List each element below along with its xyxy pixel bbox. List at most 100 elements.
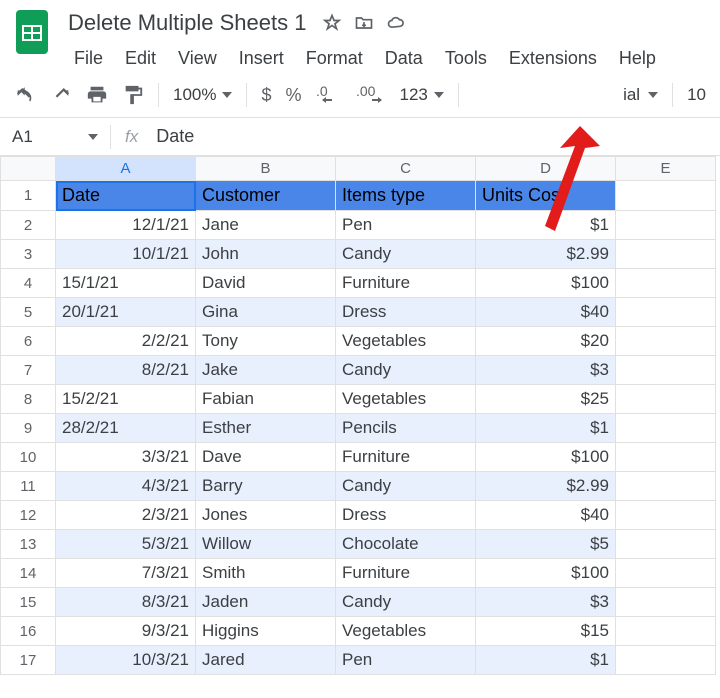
cell[interactable]: 2/3/21	[56, 501, 196, 530]
cell[interactable]: $2.99	[476, 472, 616, 501]
cell[interactable]: Smith	[196, 559, 336, 588]
row-header[interactable]: 5	[1, 298, 56, 327]
cell[interactable]: Candy	[336, 356, 476, 385]
paint-format-icon[interactable]	[122, 84, 144, 106]
cell[interactable]: Vegetables	[336, 385, 476, 414]
cell[interactable]	[616, 559, 716, 588]
cell[interactable]: $3	[476, 588, 616, 617]
cell[interactable]: 9/3/21	[56, 617, 196, 646]
menu-view[interactable]: View	[168, 44, 227, 73]
cell[interactable]: Dress	[336, 298, 476, 327]
cell[interactable]	[616, 356, 716, 385]
cell[interactable]: Furniture	[336, 559, 476, 588]
cell[interactable]: $3	[476, 356, 616, 385]
cell[interactable]	[616, 327, 716, 356]
percent-icon[interactable]: %	[286, 85, 302, 106]
name-box[interactable]: A1	[0, 119, 110, 155]
cell[interactable]: $1	[476, 414, 616, 443]
cell[interactable]: Date	[56, 181, 196, 211]
cell[interactable]	[616, 472, 716, 501]
cell[interactable]: $1	[476, 211, 616, 240]
cell[interactable]: Jones	[196, 501, 336, 530]
row-header[interactable]: 11	[1, 472, 56, 501]
column-header-D[interactable]: D	[476, 157, 616, 181]
cell[interactable]: Jane	[196, 211, 336, 240]
cell[interactable]: Candy	[336, 240, 476, 269]
cell[interactable]: 20/1/21	[56, 298, 196, 327]
cell[interactable]	[616, 501, 716, 530]
undo-icon[interactable]	[14, 84, 36, 106]
cell[interactable]: 8/3/21	[56, 588, 196, 617]
menu-extensions[interactable]: Extensions	[499, 44, 607, 73]
row-header[interactable]: 4	[1, 269, 56, 298]
cell[interactable]	[616, 269, 716, 298]
menu-file[interactable]: File	[64, 44, 113, 73]
menu-help[interactable]: Help	[609, 44, 666, 73]
cell[interactable]: Barry	[196, 472, 336, 501]
cell[interactable]	[616, 211, 716, 240]
cell[interactable]: $40	[476, 298, 616, 327]
cell[interactable]: Items type	[336, 181, 476, 211]
cell[interactable]	[616, 385, 716, 414]
cell[interactable]: $100	[476, 443, 616, 472]
cell[interactable]: $15	[476, 617, 616, 646]
cell[interactable]	[616, 240, 716, 269]
cell[interactable]: 28/2/21	[56, 414, 196, 443]
cell[interactable]: Pencils	[336, 414, 476, 443]
cell[interactable]: Candy	[336, 472, 476, 501]
row-header[interactable]: 10	[1, 443, 56, 472]
row-header[interactable]: 8	[1, 385, 56, 414]
cell[interactable]	[616, 530, 716, 559]
row-header[interactable]: 13	[1, 530, 56, 559]
cell[interactable]: 8/2/21	[56, 356, 196, 385]
cell[interactable]: $5	[476, 530, 616, 559]
font-size-select[interactable]: 10	[687, 85, 706, 105]
format-123-select[interactable]: 123	[400, 85, 444, 105]
cell[interactable]: Willow	[196, 530, 336, 559]
cell[interactable]	[616, 617, 716, 646]
cell[interactable]: 4/3/21	[56, 472, 196, 501]
cell[interactable]: Dave	[196, 443, 336, 472]
cell[interactable]: Dress	[336, 501, 476, 530]
cell[interactable]: 3/3/21	[56, 443, 196, 472]
cell[interactable]	[616, 181, 716, 211]
cell[interactable]: Fabian	[196, 385, 336, 414]
cell[interactable]: $25	[476, 385, 616, 414]
cell[interactable]: $1	[476, 646, 616, 675]
cell[interactable]: Higgins	[196, 617, 336, 646]
menu-data[interactable]: Data	[375, 44, 433, 73]
cell[interactable]	[616, 298, 716, 327]
print-icon[interactable]	[86, 84, 108, 106]
row-header[interactable]: 1	[1, 181, 56, 211]
cell[interactable]: Jaden	[196, 588, 336, 617]
cell[interactable]: $20	[476, 327, 616, 356]
column-header-C[interactable]: C	[336, 157, 476, 181]
cell[interactable]: 5/3/21	[56, 530, 196, 559]
cell[interactable]: Chocolate	[336, 530, 476, 559]
currency-icon[interactable]: $	[261, 85, 271, 106]
cell[interactable]: 10/3/21	[56, 646, 196, 675]
cell[interactable]: Esther	[196, 414, 336, 443]
star-icon[interactable]	[322, 13, 342, 33]
cell[interactable]: Jake	[196, 356, 336, 385]
cell[interactable]: Tony	[196, 327, 336, 356]
cell[interactable]: Pen	[336, 211, 476, 240]
cell[interactable]: 15/1/21	[56, 269, 196, 298]
cell[interactable]: Furniture	[336, 269, 476, 298]
cell[interactable]: 12/1/21	[56, 211, 196, 240]
document-title[interactable]: Delete Multiple Sheets 1	[64, 8, 310, 38]
menu-format[interactable]: Format	[296, 44, 373, 73]
row-header[interactable]: 6	[1, 327, 56, 356]
row-header[interactable]: 9	[1, 414, 56, 443]
font-family-select[interactable]: ial	[623, 85, 658, 105]
cell[interactable]	[616, 443, 716, 472]
increase-decimal-icon[interactable]: .00	[356, 84, 386, 106]
row-header[interactable]: 7	[1, 356, 56, 385]
menu-edit[interactable]: Edit	[115, 44, 166, 73]
cell[interactable]: 15/2/21	[56, 385, 196, 414]
cell[interactable]: Jared	[196, 646, 336, 675]
row-header[interactable]: 14	[1, 559, 56, 588]
cell[interactable]: Vegetables	[336, 327, 476, 356]
cloud-status-icon[interactable]	[386, 13, 406, 33]
zoom-select[interactable]: 100%	[173, 85, 232, 105]
